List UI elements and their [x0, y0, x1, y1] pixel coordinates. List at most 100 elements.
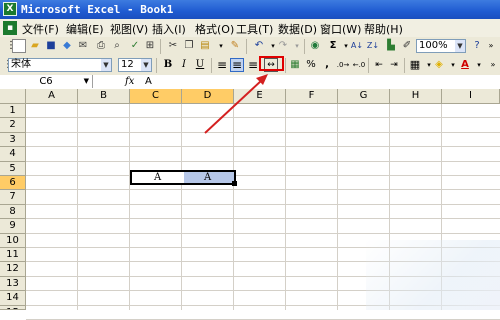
cell-d6[interactable]: A — [204, 172, 211, 183]
chevron-down-icon[interactable]: ▼ — [455, 40, 465, 52]
row-header-9[interactable]: 9 — [0, 219, 26, 234]
paste-icon[interactable]: ▤ — [198, 39, 212, 53]
row-header-11[interactable]: 11 — [0, 248, 26, 263]
decrease-indent-icon[interactable]: ⇤ — [372, 58, 386, 72]
font-select[interactable]: 宋体 ▼ — [8, 58, 112, 72]
chevron-down-icon[interactable]: ▼ — [101, 59, 111, 71]
row-gridline — [26, 175, 500, 176]
zoom-select[interactable]: 100% ▼ — [416, 39, 466, 53]
column-header-a[interactable]: A — [26, 89, 78, 104]
sort-descending-icon[interactable]: Z↓ — [366, 39, 380, 53]
help-icon[interactable]: ? — [470, 39, 484, 53]
copy-icon[interactable]: ❐ — [182, 39, 196, 53]
save-icon[interactable]: ■ — [44, 39, 58, 53]
research-icon[interactable]: ⊞ — [143, 39, 157, 53]
select-all-corner[interactable] — [0, 89, 26, 104]
underline-button[interactable]: U — [193, 58, 207, 72]
email-icon[interactable]: ✉ — [76, 39, 90, 53]
menu-data[interactable]: 数据(D) — [278, 21, 317, 37]
insert-function-button[interactable]: fx — [125, 75, 134, 88]
row-header-7[interactable]: 7 — [0, 190, 26, 205]
paste-dropdown-icon[interactable]: ▾ — [214, 39, 228, 53]
separator — [404, 58, 405, 73]
open-icon[interactable]: ▰ — [28, 39, 42, 53]
window-title: Microsoft Excel - Book1 — [21, 3, 174, 16]
comma-style-button[interactable]: , — [320, 58, 334, 72]
menu-edit[interactable]: 编辑(E) — [66, 21, 104, 37]
permission-icon[interactable]: ◆ — [60, 39, 74, 53]
column-header-c[interactable]: C — [130, 89, 182, 104]
drawing-icon[interactable]: ✐ — [400, 39, 414, 53]
font-color-dropdown-icon[interactable]: ▾ — [472, 58, 486, 72]
row-header-14[interactable]: 14 — [0, 291, 26, 306]
column-header-b[interactable]: B — [78, 89, 130, 104]
chevron-down-icon[interactable]: ▼ — [141, 59, 151, 71]
row-header-6[interactable]: 6 — [0, 176, 26, 191]
borders-icon[interactable]: ▦ — [408, 58, 422, 72]
fill-handle[interactable] — [232, 181, 237, 186]
format-painter-icon[interactable]: ✎ — [228, 39, 242, 53]
italic-button[interactable]: I — [177, 58, 191, 72]
menu-help[interactable]: 帮助(H) — [364, 21, 403, 37]
new-icon[interactable] — [12, 39, 26, 53]
menu-tools[interactable]: 工具(T) — [236, 21, 273, 37]
spelling-icon[interactable]: ✓ — [128, 39, 142, 53]
hyperlink-icon[interactable]: ◉ — [308, 39, 322, 53]
column-header-i[interactable]: I — [442, 89, 500, 104]
font-size-select[interactable]: 12 ▼ — [118, 58, 152, 72]
column-header-g[interactable]: G — [338, 89, 390, 104]
toolbar-options-icon[interactable]: » — [486, 58, 500, 72]
column-header-f[interactable]: F — [286, 89, 338, 104]
row-header-1[interactable]: 1 — [0, 104, 26, 119]
name-box[interactable]: C6 ▼ — [0, 75, 93, 88]
font-color-icon[interactable]: A — [458, 58, 472, 72]
increase-indent-icon[interactable]: ⇥ — [387, 58, 401, 72]
align-left-icon[interactable]: ≡ — [215, 58, 229, 72]
menu-file[interactable]: 文件(F) — [22, 21, 59, 37]
menu-view[interactable]: 视图(V) — [110, 21, 148, 37]
undo-icon[interactable]: ↶ — [252, 39, 266, 53]
row-header-13[interactable]: 13 — [0, 276, 26, 292]
row-header-3[interactable]: 3 — [0, 132, 26, 148]
separator — [304, 39, 305, 54]
formula-input[interactable]: A — [145, 75, 152, 88]
print-preview-icon[interactable]: ⌕ — [110, 39, 124, 53]
sort-ascending-icon[interactable]: A↓ — [350, 39, 364, 53]
fill-color-icon[interactable]: ◈ — [432, 58, 446, 72]
increase-decimal-icon[interactable]: .0→ — [336, 58, 350, 72]
chart-wizard-icon[interactable]: ▙ — [384, 39, 398, 53]
row-header-15[interactable]: 15 — [0, 305, 26, 310]
column-header-h[interactable]: H — [390, 89, 442, 104]
chevron-down-icon[interactable]: ▼ — [84, 75, 89, 88]
menu-bar: ▪ 文件(F) 编辑(E) 视图(V) 插入(I) 格式(O) 工具(T) 数据… — [0, 19, 500, 38]
decrease-decimal-icon[interactable]: ←.0 — [352, 58, 366, 72]
row-header-8[interactable]: 8 — [0, 204, 26, 220]
row-header-12[interactable]: 12 — [0, 262, 26, 277]
selected-range-c6-d6[interactable]: A A — [130, 170, 236, 185]
menu-window[interactable]: 窗口(W) — [320, 21, 361, 37]
column-header-d[interactable]: D — [182, 89, 234, 104]
row-header-10[interactable]: 10 — [0, 233, 26, 248]
redo-dropdown-icon[interactable]: ▾ — [290, 39, 304, 53]
column-header-e[interactable]: E — [234, 89, 286, 104]
bold-button[interactable]: B — [161, 58, 175, 72]
print-icon[interactable]: ⎙ — [94, 39, 108, 53]
align-center-icon[interactable]: ≡ — [230, 58, 244, 72]
document-icon[interactable]: ▪ — [3, 21, 17, 35]
autosum-icon[interactable]: Σ — [326, 39, 340, 53]
watermark — [366, 240, 500, 310]
percent-button[interactable]: % — [304, 58, 318, 72]
toolbar-options-icon[interactable]: » — [484, 39, 498, 53]
font-size-value: 12 — [121, 59, 134, 70]
excel-app-icon[interactable]: X — [3, 2, 17, 16]
row-header-4[interactable]: 4 — [0, 147, 26, 162]
menu-insert[interactable]: 插入(I) — [152, 21, 186, 37]
currency-icon[interactable]: ▦ — [288, 58, 302, 72]
cut-icon[interactable]: ✂ — [166, 39, 180, 53]
menu-format[interactable]: 格式(O) — [195, 21, 234, 37]
redo-icon[interactable]: ↷ — [276, 39, 290, 53]
row-header-5[interactable]: 5 — [0, 161, 26, 176]
cell-c6[interactable]: A — [154, 172, 161, 183]
align-right-icon[interactable]: ≡ — [246, 58, 260, 72]
row-header-2[interactable]: 2 — [0, 118, 26, 133]
